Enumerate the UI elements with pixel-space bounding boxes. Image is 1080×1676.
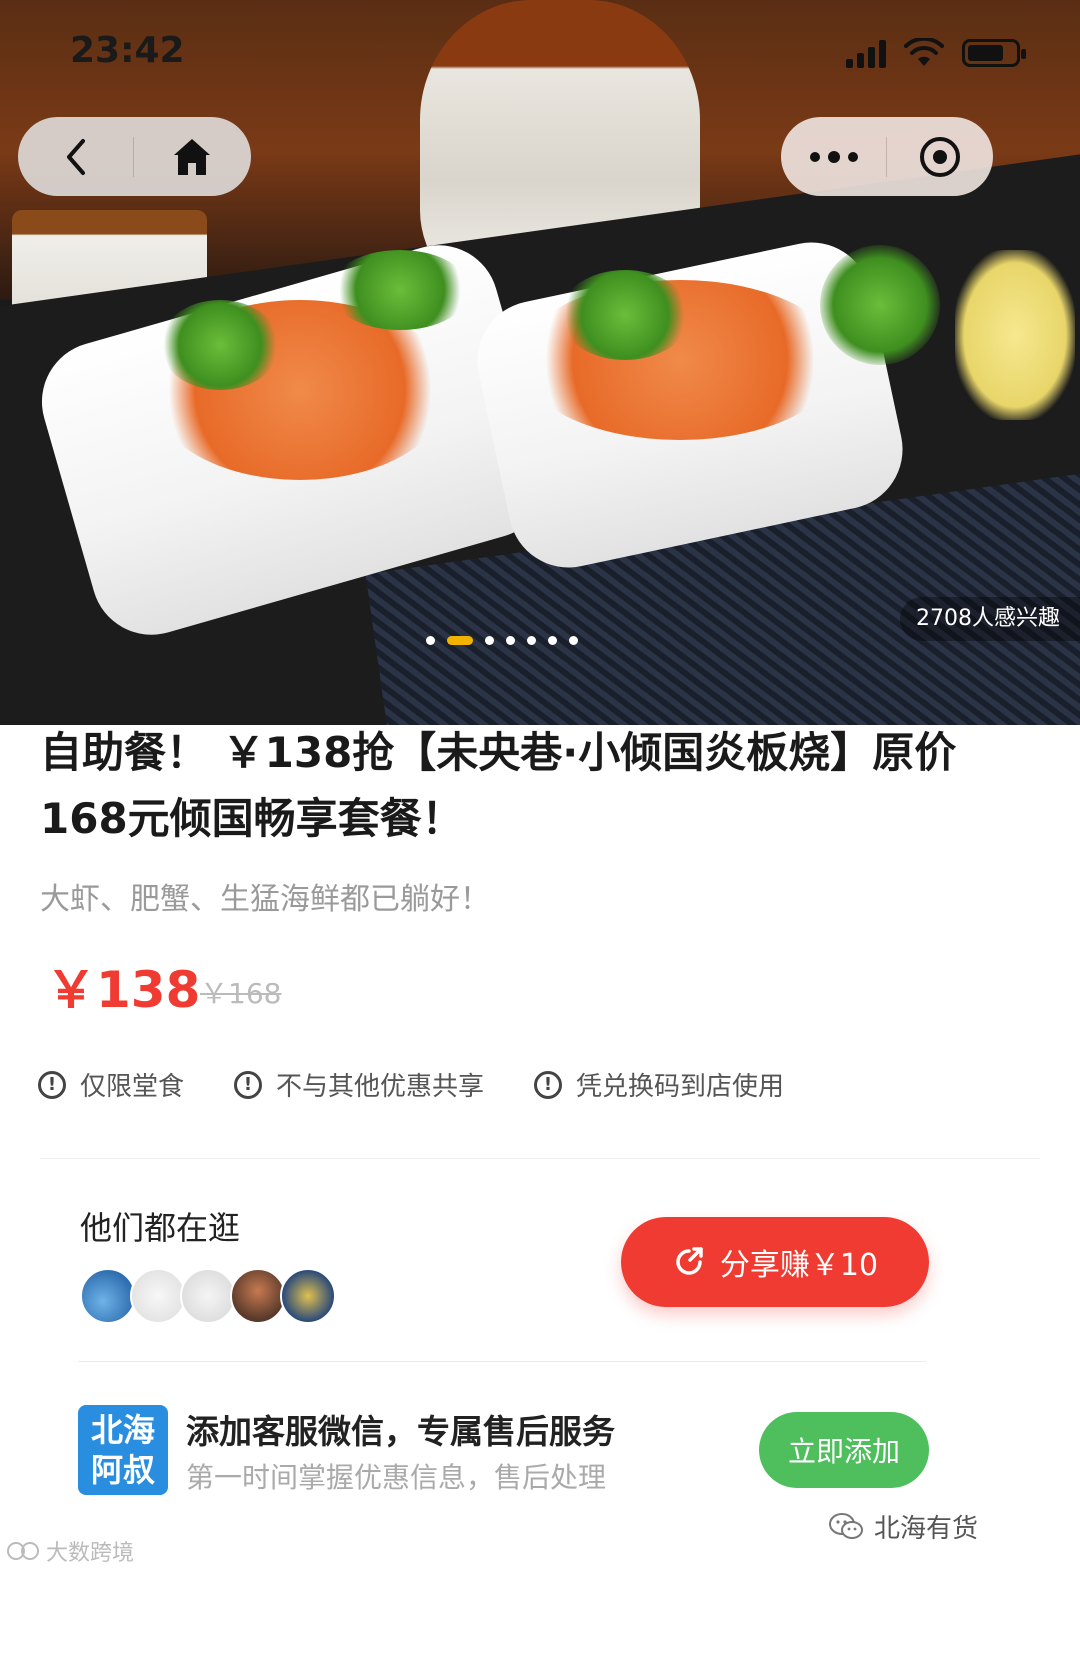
notice-tag-label: 仅限堂食 bbox=[80, 1072, 185, 1102]
logo-line: 北海 bbox=[90, 1411, 155, 1449]
home-button[interactable] bbox=[134, 117, 249, 196]
notice-tag: ! 仅限堂食 bbox=[38, 1066, 184, 1103]
add-wechat-button[interactable]: 立即添加 bbox=[759, 1412, 929, 1488]
divider bbox=[78, 1361, 926, 1362]
scallion-topping bbox=[560, 270, 690, 360]
notice-tag: ! 不与其他优惠共享 bbox=[234, 1066, 484, 1103]
share-earn-label: 分享赚￥10 bbox=[719, 1248, 879, 1283]
notice-tag-label: 凭兑换码到店使用 bbox=[576, 1072, 785, 1102]
back-arrow-icon bbox=[66, 138, 85, 175]
watermark-right-text: 北海有货 bbox=[874, 1514, 979, 1544]
back-button[interactable] bbox=[18, 117, 133, 196]
parsley-garnish bbox=[820, 245, 940, 365]
exclamation-circle-icon: ! bbox=[38, 1070, 66, 1099]
customer-service-subtitle: 第一时间掌握优惠信息，售后处理 bbox=[186, 1461, 607, 1494]
status-time: 23:42 bbox=[70, 30, 185, 71]
battery-icon bbox=[962, 39, 1026, 67]
target-close-icon bbox=[919, 136, 960, 177]
more-dots-icon bbox=[809, 150, 858, 163]
avatar bbox=[130, 1268, 186, 1324]
watermark-logo-icon bbox=[7, 1542, 39, 1560]
more-button[interactable] bbox=[781, 117, 886, 196]
original-price: ￥168 bbox=[200, 977, 282, 1010]
current-price: ￥138 bbox=[46, 961, 201, 1019]
product-subtitle: 大虾、肥蟹、生猛海鲜都已躺好！ bbox=[40, 882, 490, 917]
notice-tags: ! 仅限堂食 ! 不与其他优惠共享 ! 凭兑换码到店使用 bbox=[38, 1066, 834, 1103]
close-miniprogram-button[interactable] bbox=[887, 117, 992, 196]
carousel-dot-active[interactable] bbox=[447, 636, 473, 645]
avatar bbox=[80, 1268, 136, 1324]
carousel-dot[interactable] bbox=[506, 636, 515, 645]
nav-capsule-right bbox=[781, 117, 993, 196]
watermark-left: 大数跨境 bbox=[6, 1535, 134, 1567]
avatar bbox=[180, 1268, 236, 1324]
share-icon bbox=[676, 1247, 703, 1275]
scallion-topping bbox=[330, 250, 470, 330]
browsing-avatars bbox=[80, 1268, 336, 1324]
carousel-dot[interactable] bbox=[569, 636, 578, 645]
interest-count-badge: 2708人感兴趣 bbox=[900, 597, 1080, 641]
wechat-icon bbox=[829, 1512, 863, 1539]
exclamation-circle-icon: ! bbox=[234, 1070, 263, 1099]
carousel-dot[interactable] bbox=[548, 636, 557, 645]
product-title: 自助餐！ ￥138抢【未央巷·小倾国炎板烧】原价168元倾国畅享套餐！ bbox=[40, 728, 957, 843]
home-icon bbox=[173, 138, 210, 175]
carousel-dot[interactable] bbox=[485, 636, 494, 645]
avatar bbox=[230, 1268, 286, 1324]
hero-image[interactable]: 23:42 2708人感兴趣 bbox=[0, 0, 1080, 725]
signal-icon bbox=[846, 38, 886, 68]
logo-line: 阿叔 bbox=[90, 1451, 155, 1489]
notice-tag-label: 不与其他优惠共享 bbox=[276, 1072, 485, 1102]
avatar bbox=[280, 1268, 336, 1324]
carousel-indicator bbox=[426, 636, 578, 645]
carousel-dot[interactable] bbox=[426, 636, 435, 645]
share-earn-button[interactable]: 分享赚￥10 bbox=[621, 1217, 929, 1307]
carousel-dot[interactable] bbox=[527, 636, 536, 645]
nav-capsule-left bbox=[18, 117, 251, 196]
notice-tag: ! 凭兑换码到店使用 bbox=[534, 1066, 784, 1103]
customer-service-title: 添加客服微信，专属售后服务 bbox=[186, 1412, 615, 1451]
ginger-garnish bbox=[955, 250, 1075, 420]
wifi-icon bbox=[904, 38, 944, 66]
status-icons bbox=[846, 38, 1026, 68]
exclamation-circle-icon: ! bbox=[534, 1070, 563, 1099]
scallion-topping bbox=[160, 300, 280, 390]
watermark-right: 北海有货 bbox=[828, 1508, 978, 1545]
divider bbox=[40, 1158, 1040, 1159]
brand-logo: 北海 阿叔 bbox=[78, 1405, 168, 1495]
browsing-label: 他们都在逛 bbox=[80, 1209, 241, 1247]
watermark-left-text: 大数跨境 bbox=[46, 1541, 135, 1566]
